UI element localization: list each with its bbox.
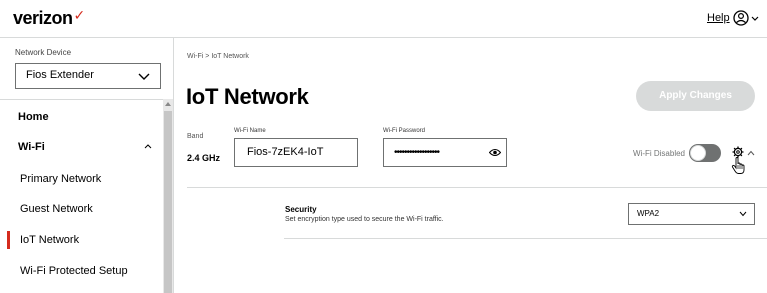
security-description: Set encryption type used to secure the W… [285,216,444,223]
security-title: Security [285,205,317,214]
user-circle-icon [733,10,759,26]
wifi-name-label: Wi-Fi Name [234,128,266,134]
top-bar: verizon✓ Help [0,0,767,38]
network-device-label: Network Device [15,48,72,57]
breadcrumb-separator: > [205,53,210,60]
show-password-eye-icon[interactable] [489,148,501,157]
security-type-select[interactable]: WPA2 [628,203,755,225]
chevron-down-icon [739,211,747,217]
breadcrumb-parent[interactable]: Wi-Fi [187,53,203,60]
sidebar: Network Device Fios Extender Home Wi-Fi … [0,38,174,293]
help-link[interactable]: Help [707,12,730,24]
security-divider [284,238,767,239]
chevron-down-icon [138,73,150,80]
sidebar-item-label: IoT Network [20,234,80,246]
network-device-value: Fios Extender [26,69,94,81]
security-type-value: WPA2 [637,209,660,218]
sidebar-item-label: Guest Network [20,203,93,215]
user-menu-button[interactable] [732,8,762,28]
chevron-up-icon [144,144,152,149]
sidebar-item-guest-network[interactable]: Guest Network [0,194,165,224]
breadcrumb: Wi-Fi > IoT Network [187,53,249,60]
sidebar-scrollbar[interactable] [163,99,173,293]
sidebar-item-label: Wi-Fi Protected Setup [20,265,128,277]
sidebar-item-home[interactable]: Home [0,102,165,132]
section-divider [187,187,767,188]
hand-pointer-cursor-icon [731,157,745,174]
chevron-up-icon[interactable] [747,150,755,156]
wifi-enable-toggle[interactable] [689,144,721,162]
sidebar-item-iot-network[interactable]: IoT Network [0,225,165,255]
wifi-status-label: Wi-Fi Disabled [633,149,686,158]
breadcrumb-current: IoT Network [211,53,249,60]
sidebar-item-wifi-protected-setup[interactable]: Wi-Fi Protected Setup [0,256,165,286]
band-label: Band [187,133,204,140]
brand-name: verizon [13,8,73,28]
sidebar-item-label: Home [18,111,49,123]
wifi-name-input[interactable]: Fios-7zEK4-IoT [234,138,358,167]
toggle-knob [690,145,706,161]
scrollbar-thumb[interactable] [164,111,172,293]
apply-changes-button[interactable]: Apply Changes [636,81,755,111]
sidebar-item-label: Primary Network [20,173,102,185]
wifi-password-label: Wi-Fi Password [383,128,426,134]
brand-check-icon: ✓ [73,7,86,23]
band-value: 2.4 GHz [187,153,221,163]
network-device-select[interactable]: Fios Extender [15,63,161,89]
sidebar-item-wifi[interactable]: Wi-Fi [0,132,165,162]
sidebar-item-primary-network[interactable]: Primary Network [0,164,165,194]
sidebar-nav: Home Wi-Fi Primary Network Guest Network… [0,99,165,293]
verizon-logo[interactable]: verizon✓ [13,7,86,29]
scroll-up-icon[interactable] [165,101,171,107]
sidebar-item-label: Wi-Fi [18,141,45,153]
page-title: IoT Network [186,84,309,109]
